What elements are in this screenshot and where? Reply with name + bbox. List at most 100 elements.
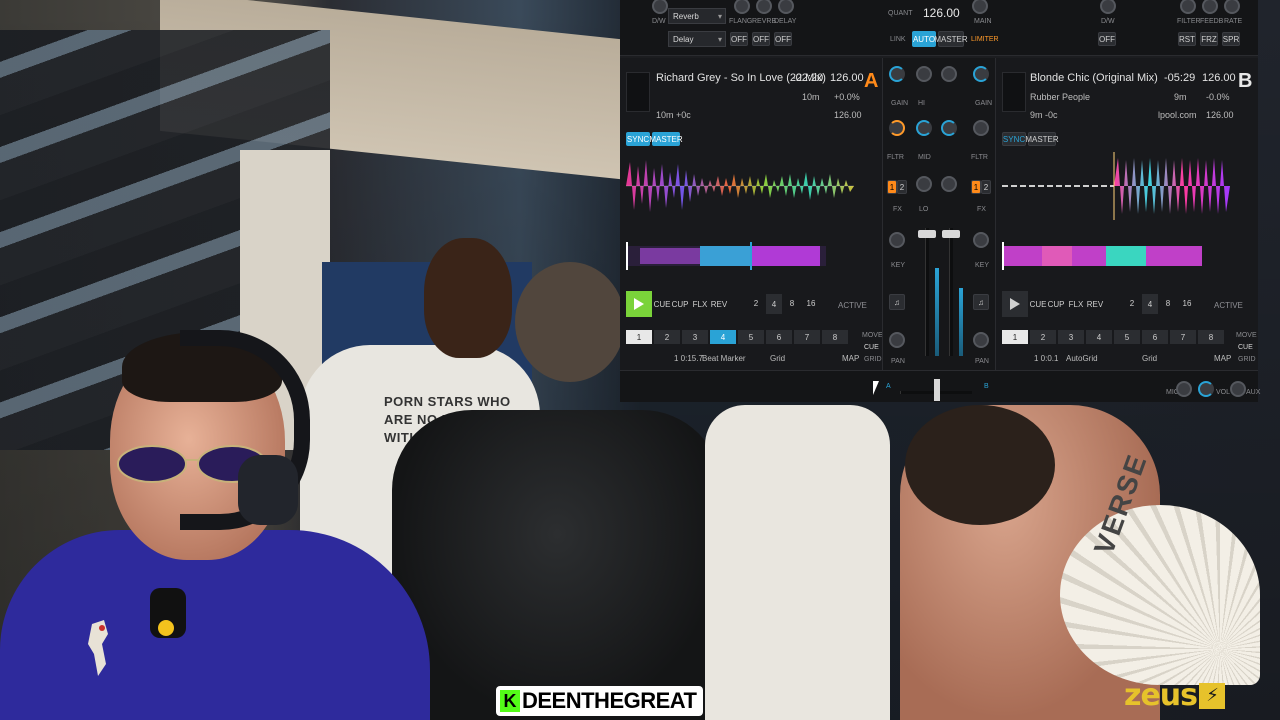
master-button[interactable]: MASTER [934,31,968,47]
fx1-b-button[interactable]: 1 [971,180,981,194]
deck-b-sync-button[interactable]: SYNC [1002,132,1026,146]
deck-a-loop-2[interactable]: 2 [748,296,764,310]
channel-b-fader[interactable] [942,230,960,238]
deck-b-pad-5[interactable]: 5 [1114,330,1140,344]
deck-b-pad-6[interactable]: 6 [1142,330,1168,344]
fx-dw-knob[interactable] [652,0,668,14]
deck-a-pad-8[interactable]: 8 [822,330,848,344]
flang-off-button[interactable]: OFF [730,32,748,46]
deck-b-pad-4[interactable]: 4 [1086,330,1112,344]
fltr-a-knob[interactable] [889,120,905,136]
deck-b-cup-button[interactable]: CUP [1048,296,1065,312]
deck-b-pad-2[interactable]: 2 [1030,330,1056,344]
deck-a-cue-button[interactable]: CUE [654,296,671,312]
rst-button[interactable]: RST [1178,32,1196,46]
deck-a-overview[interactable] [626,242,826,270]
lo-b-knob[interactable] [941,176,957,192]
frz-button[interactable]: FRZ [1200,32,1218,46]
lo-a-knob[interactable] [916,176,932,192]
channel-a-fader-track[interactable] [925,228,929,356]
deck-b-cue-button[interactable]: CUE [1030,296,1047,312]
deck-a-grid-side[interactable]: GRID [864,356,882,363]
main-knob[interactable] [972,0,988,14]
fx2-b-button[interactable]: 2 [981,180,991,194]
fx2-select[interactable]: Delay [668,31,726,47]
pan-a-knob[interactable] [889,332,905,348]
fx1-select[interactable]: Reverb [668,8,726,24]
deck-a-grid[interactable]: Grid [770,354,785,363]
delay-knob[interactable] [778,0,794,14]
spr-button[interactable]: SPR [1222,32,1240,46]
deck-a-cup-button[interactable]: CUP [672,296,689,312]
aux-knob[interactable] [1230,381,1246,397]
deck-b-loop-2[interactable]: 2 [1124,296,1140,310]
headphone-b-button[interactable]: ♫ [973,294,989,310]
hi-b-knob[interactable] [941,66,957,82]
deck-a-pad-2[interactable]: 2 [654,330,680,344]
deck-b-grid[interactable]: Grid [1142,354,1157,363]
fx2-a-button[interactable]: 2 [897,180,907,194]
key-b-knob[interactable] [973,232,989,248]
mid-a-knob[interactable] [916,120,932,136]
gain-a-knob[interactable] [889,66,905,82]
key-a-knob[interactable] [889,232,905,248]
deck-a-pad-4[interactable]: 4 [710,330,736,344]
deck-b-loop-4[interactable]: 4 [1142,294,1158,314]
deck-a-move[interactable]: MOVE [862,332,883,339]
fltr-b-knob[interactable] [973,120,989,136]
flang-knob[interactable] [734,0,750,14]
pan-b-knob[interactable] [973,332,989,348]
deck-a-rev-button[interactable]: REV [710,296,728,312]
mid-b-knob[interactable] [941,120,957,136]
deck-a-flx-button[interactable]: FLX [692,296,708,312]
deck-b-overview[interactable] [1002,242,1202,270]
deck-a-play-button[interactable] [626,291,652,317]
deck-a-active[interactable]: ACTIVE [838,301,867,310]
deck-a-map[interactable]: MAP [842,354,859,363]
revrb-knob[interactable] [756,0,772,14]
deck-b-pad-8[interactable]: 8 [1198,330,1224,344]
limiter-label[interactable]: LIMITER [971,36,999,43]
deck-b-master-button[interactable]: MASTER [1025,132,1059,146]
hi-a-knob[interactable] [916,66,932,82]
deck-b-pad-3[interactable]: 3 [1058,330,1084,344]
deck-a-loop-4[interactable]: 4 [766,294,782,314]
deck-a-loop-16[interactable]: 16 [802,296,820,310]
channel-b-fader-track[interactable] [949,228,953,356]
delay-off-button[interactable]: OFF [774,32,792,46]
channel-a-fader[interactable] [918,230,936,238]
feedb-knob[interactable] [1202,0,1218,14]
auto-button[interactable]: AUTO [912,31,936,47]
deck-b-play-button[interactable] [1002,291,1028,317]
deck-b-rev-button[interactable]: REV [1086,296,1104,312]
deck-a-sync-button[interactable]: SYNC [626,132,650,146]
mic-knob[interactable] [1176,381,1192,397]
deck-a-pad-6[interactable]: 6 [766,330,792,344]
deck-a-pad-7[interactable]: 7 [794,330,820,344]
rate-knob[interactable] [1224,0,1240,14]
deck-b-move[interactable]: MOVE [1236,332,1257,339]
filter-knob[interactable] [1180,0,1196,14]
fx-b-off-button[interactable]: OFF [1098,32,1116,46]
crossfader-handle[interactable] [934,379,940,401]
deck-b-pad-1[interactable]: 1 [1002,330,1028,344]
revrb-off-button[interactable]: OFF [752,32,770,46]
deck-b-flx-button[interactable]: FLX [1068,296,1084,312]
deck-b-cue-side[interactable]: CUE [1238,344,1253,351]
deck-a-pad-5[interactable]: 5 [738,330,764,344]
deck-b-active[interactable]: ACTIVE [1214,301,1243,310]
deck-b-loop-16[interactable]: 16 [1178,296,1196,310]
deck-a-master-button[interactable]: MASTER [649,132,683,146]
deck-a-pad-3[interactable]: 3 [682,330,708,344]
fx1-a-button[interactable]: 1 [887,180,897,194]
deck-b-pad-7[interactable]: 7 [1170,330,1196,344]
deck-b-grid-side[interactable]: GRID [1238,356,1256,363]
deck-a-waveform[interactable] [626,152,854,220]
link-label[interactable]: LINK [890,36,906,43]
deck-b-map[interactable]: MAP [1214,354,1231,363]
deck-b-loop-8[interactable]: 8 [1160,296,1176,310]
vol-knob[interactable] [1198,381,1214,397]
deck-b-waveform[interactable] [1002,152,1230,220]
fx-b-dw-knob[interactable] [1100,0,1116,14]
deck-a-loop-8[interactable]: 8 [784,296,800,310]
